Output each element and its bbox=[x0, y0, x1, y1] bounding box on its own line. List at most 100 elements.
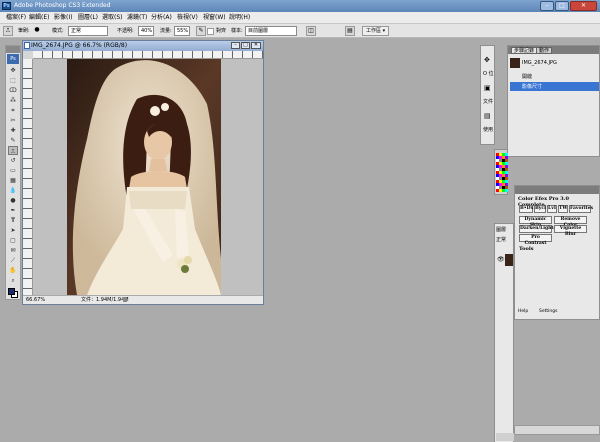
brush-icon[interactable]: ✎ bbox=[8, 136, 18, 145]
mode-select[interactable]: 正常 bbox=[68, 26, 108, 36]
brush-label: 筆刷: bbox=[18, 28, 30, 34]
blend-mode-select[interactable]: 正常 bbox=[496, 236, 506, 243]
swatches-panel bbox=[494, 149, 508, 195]
opacity-label: 不透明: bbox=[117, 28, 134, 34]
tab-actions[interactable]: 動作 bbox=[536, 47, 553, 54]
menu-filter[interactable]: 濾鏡(T) bbox=[127, 14, 147, 22]
plugin-help-link[interactable]: Help bbox=[518, 309, 528, 314]
document-title-bar[interactable]: IMG_2674.JPG @ 66.7% (RGB/8) – □ ✕ bbox=[23, 41, 263, 51]
plugin-btn-bycl[interactable]: Bycl bbox=[534, 205, 546, 213]
document-title: IMG_2674.JPG @ 66.7% (RGB/8) bbox=[31, 42, 128, 49]
history-snapshot-thumb[interactable] bbox=[510, 58, 520, 68]
title-bar: Ps Adobe Photoshop CS3 Extended – □ ✕ bbox=[0, 0, 600, 12]
history-brush-icon[interactable]: ↺ bbox=[8, 156, 18, 165]
plugin-btn-lvi[interactable]: LvI bbox=[547, 205, 557, 213]
filter-remove-color[interactable]: Remove Color bbox=[554, 216, 587, 228]
navigator-icon[interactable]: ✥ bbox=[484, 56, 490, 64]
text-icon[interactable]: T bbox=[8, 216, 18, 225]
close-button[interactable]: ✕ bbox=[570, 1, 597, 11]
plugin-btn-bdx[interactable]: B•Dx bbox=[519, 205, 533, 213]
doc-maximize-button[interactable]: □ bbox=[241, 42, 250, 49]
foreground-color-swatch[interactable] bbox=[8, 288, 15, 295]
crop-icon[interactable]: ⌗ bbox=[8, 106, 18, 115]
canvas-area[interactable] bbox=[33, 59, 263, 295]
move-icon[interactable]: ✥ bbox=[8, 66, 18, 75]
brush-preset-icon[interactable]: ● bbox=[32, 26, 42, 36]
horizontal-ruler bbox=[33, 51, 263, 59]
filter-darken-lighten[interactable]: Darken/Lighten bbox=[519, 225, 560, 233]
eye-icon[interactable]: 👁 bbox=[497, 256, 505, 263]
clone-stamp-icon[interactable]: ⎍ bbox=[3, 26, 13, 36]
history-item-label: 開啟 bbox=[522, 74, 533, 80]
sample-select[interactable]: 目前圖層 bbox=[245, 26, 297, 36]
ps-logo-icon[interactable]: Ps bbox=[7, 54, 19, 64]
lasso-icon[interactable]: ↀ bbox=[8, 86, 18, 95]
eraser-icon[interactable]: ▭ bbox=[8, 166, 18, 175]
info-icon[interactable]: ▣ bbox=[484, 84, 491, 92]
notes-icon[interactable]: ✉ bbox=[8, 246, 18, 255]
slice-icon[interactable]: ✂ bbox=[8, 116, 18, 125]
pen-icon[interactable]: ✒ bbox=[8, 206, 18, 215]
filter-pro-contrast[interactable]: Pro Contrast bbox=[519, 234, 552, 246]
shape-icon[interactable]: ▢ bbox=[8, 236, 18, 245]
status-menu-arrow[interactable] bbox=[123, 297, 127, 302]
layers-tab[interactable]: 圖層 bbox=[496, 226, 506, 233]
align-checkbox[interactable] bbox=[207, 28, 214, 35]
maximize-button[interactable]: □ bbox=[555, 1, 569, 11]
eyedropper-icon[interactable]: ⟋ bbox=[8, 256, 18, 265]
document-info[interactable]: 文件：1.94M/1.94M bbox=[81, 297, 129, 304]
clone-stamp-icon[interactable]: ⎍ bbox=[8, 146, 18, 155]
gradient-icon[interactable]: ▦ bbox=[8, 176, 18, 185]
doc-minimize-button[interactable]: – bbox=[231, 42, 240, 49]
panel-toggle-icon[interactable]: ▤ bbox=[345, 26, 355, 36]
zoom-icon[interactable]: ⌕ bbox=[8, 276, 18, 285]
layer-controls[interactable] bbox=[496, 433, 514, 441]
strip-label-1: O 位 bbox=[483, 71, 494, 77]
healing-brush-icon[interactable]: ✚ bbox=[8, 126, 18, 135]
flow-input[interactable]: 55% bbox=[174, 26, 190, 36]
document-window: IMG_2674.JPG @ 66.7% (RGB/8) – □ ✕ 66.67… bbox=[22, 40, 264, 305]
blur-icon[interactable]: 💧 bbox=[8, 186, 18, 195]
menu-file[interactable]: 檔案(F) bbox=[6, 14, 26, 22]
filter-vignette-blur[interactable]: Vignette Blur bbox=[554, 225, 587, 237]
ps-logo-icon: Ps bbox=[2, 2, 11, 10]
marquee-icon[interactable]: ⬚ bbox=[8, 76, 18, 85]
menu-analysis[interactable]: 分析(A) bbox=[151, 14, 172, 22]
hand-icon[interactable]: ✋ bbox=[8, 266, 18, 275]
color-swatch[interactable] bbox=[505, 189, 508, 192]
plugin-tools-label[interactable]: Tools bbox=[519, 246, 534, 252]
plugin-btn-favorites[interactable]: Favorites bbox=[569, 205, 593, 213]
zoom-level[interactable]: 66.67% bbox=[26, 297, 45, 304]
menu-select[interactable]: 選取(S) bbox=[102, 14, 123, 22]
plugin-settings-link[interactable]: Settings bbox=[539, 309, 557, 314]
workspace-button[interactable]: 工作區 ▾ bbox=[362, 26, 390, 36]
doc-close-button[interactable]: ✕ bbox=[251, 42, 261, 49]
airbrush-icon[interactable]: ✎ bbox=[196, 26, 206, 36]
menu-help[interactable]: 說明(H) bbox=[229, 14, 250, 22]
clone-source-icon[interactable]: ◫ bbox=[306, 26, 316, 36]
menu-window[interactable]: 視窗(W) bbox=[203, 14, 226, 22]
swatch-grid[interactable] bbox=[496, 153, 508, 193]
sample-label: 樣本: bbox=[231, 28, 243, 34]
menu-layer[interactable]: 圖層(L) bbox=[78, 14, 98, 22]
histogram-icon[interactable]: ▤ bbox=[484, 112, 491, 120]
color-efex-panel: Color Efex Pro 3.0 Complete B•Dx Bycl Lv… bbox=[514, 185, 600, 320]
tab-history[interactable]: 步驟記錄 bbox=[511, 47, 538, 54]
minimize-button[interactable]: – bbox=[540, 1, 554, 11]
bride-photo-illustration bbox=[67, 59, 221, 295]
layer-thumbnail[interactable] bbox=[505, 254, 513, 266]
magic-wand-icon[interactable]: ⁂ bbox=[8, 96, 18, 105]
history-item-open[interactable]: 開啟 bbox=[510, 72, 599, 81]
menu-view[interactable]: 檢視(V) bbox=[177, 14, 198, 22]
dodge-icon[interactable]: ● bbox=[8, 196, 18, 205]
opacity-input[interactable]: 40% bbox=[138, 26, 154, 36]
strip-label-2: 文件 bbox=[483, 99, 494, 105]
flow-label: 流量: bbox=[160, 28, 172, 34]
filter-dynamic-skin[interactable]: Dynamic Skin bbox=[519, 216, 552, 228]
menu-image[interactable]: 影像(I) bbox=[54, 14, 72, 22]
history-item-image-size[interactable]: 影像尺寸 bbox=[510, 82, 599, 91]
menu-edit[interactable]: 編輯(E) bbox=[29, 14, 49, 22]
plugin-btn-tw[interactable]: TW bbox=[558, 205, 568, 213]
path-select-icon[interactable]: ➤ bbox=[8, 226, 18, 235]
toolbox-header[interactable] bbox=[6, 46, 20, 53]
